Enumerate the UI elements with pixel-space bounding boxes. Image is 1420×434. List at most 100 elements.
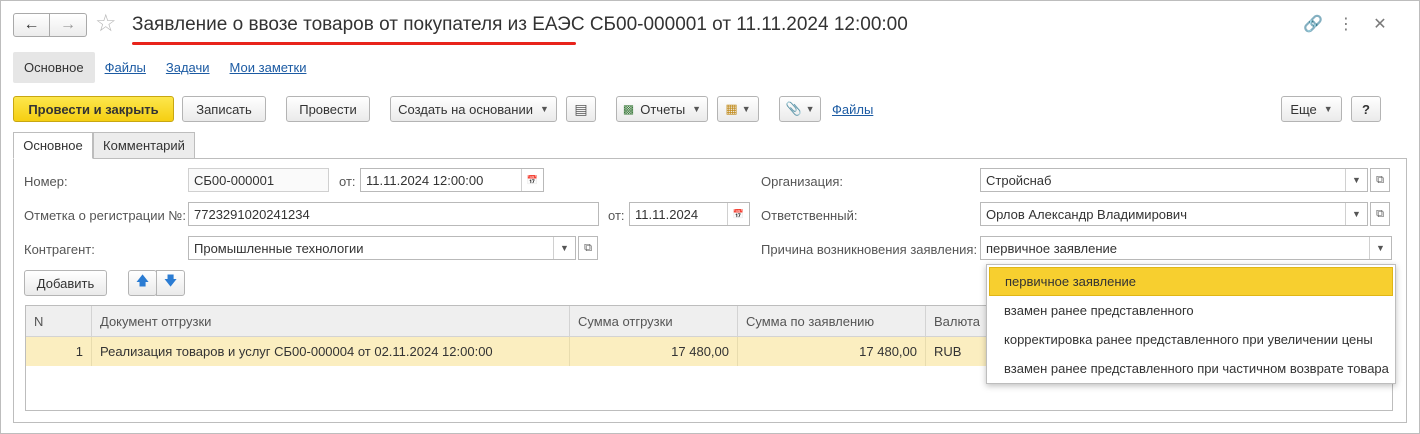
column-header-shipment-sum[interactable]: Сумма отгрузки	[570, 306, 738, 337]
title-underline	[132, 42, 576, 45]
arrow-left-icon: ←	[23, 16, 40, 33]
move-down-button[interactable]: 🡇	[156, 270, 185, 296]
chevron-down-icon: ▼	[539, 104, 549, 114]
reason-option-partial-return[interactable]: взамен ранее представленного при частичн…	[989, 354, 1393, 383]
organization-label: Организация:	[761, 174, 844, 189]
post-button[interactable]: Провести	[286, 96, 370, 122]
reports-label: Отчеты	[640, 101, 686, 117]
print-icon: ▦	[725, 101, 738, 116]
section-nav: Основное Файлы Задачи Мои заметки	[13, 51, 316, 83]
section-nav-tasks[interactable]: Задачи	[166, 60, 210, 75]
more-label: Еще	[1290, 101, 1317, 117]
chevron-down-icon[interactable]: ▼	[1345, 169, 1367, 191]
chevron-down-icon[interactable]: ▼	[553, 237, 575, 259]
more-vertical-icon[interactable]: ⋮	[1337, 15, 1355, 35]
arrow-down-icon: 🡇	[163, 273, 178, 288]
chevron-down-icon[interactable]: ▼	[1369, 237, 1391, 259]
calendar-icon[interactable]: 📅	[727, 203, 749, 225]
move-up-button[interactable]: 🡅	[128, 270, 157, 296]
chevron-down-icon[interactable]: ▼	[1345, 203, 1367, 225]
more-button[interactable]: Еще ▼	[1281, 96, 1342, 122]
registration-label: Отметка о регистрации №:	[24, 208, 186, 223]
add-row-button[interactable]: Добавить	[24, 270, 107, 296]
save-label: Записать	[196, 101, 252, 117]
structure-button[interactable]: ▤	[566, 96, 596, 122]
add-row-label: Добавить	[36, 275, 95, 291]
post-label: Провести	[299, 101, 357, 117]
open-icon: ⧉	[584, 241, 592, 254]
column-header-n[interactable]: N	[26, 306, 92, 337]
responsible-label: Ответственный:	[761, 208, 858, 223]
open-counterparty-button[interactable]: ⧉	[578, 236, 598, 260]
reason-option-replacement[interactable]: взамен ранее представленного	[989, 296, 1393, 325]
column-header-document[interactable]: Документ отгрузки	[92, 306, 570, 337]
post-and-close-button[interactable]: Провести и закрыть	[13, 96, 174, 122]
date-value: 11.11.2024 12:00:00	[366, 172, 484, 188]
reason-option-price-increase[interactable]: корректировка ранее представленного при …	[989, 325, 1393, 354]
save-button[interactable]: Записать	[182, 96, 266, 122]
print-button[interactable]: ▦ ▼	[717, 96, 759, 122]
registration-value: 7723291020241234	[194, 206, 310, 222]
page-title: Заявление о ввозе товаров от покупателя …	[132, 14, 908, 35]
nav-buttons: ← →	[13, 13, 87, 37]
create-based-on-label: Создать на основании	[398, 101, 533, 117]
registration-date-field[interactable]: 11.11.2024 📅	[629, 202, 750, 226]
create-based-on-button[interactable]: Создать на основании ▼	[390, 96, 557, 122]
organization-field[interactable]: Стройснаб ▼	[980, 168, 1368, 192]
registration-field[interactable]: 7723291020241234	[188, 202, 599, 226]
counterparty-field[interactable]: Промышленные технологии ▼	[188, 236, 576, 260]
tab-main-label: Основное	[23, 138, 83, 153]
row-declaration-sum[interactable]: 17 480,00	[738, 337, 926, 366]
calendar-icon[interactable]: 📅	[521, 169, 543, 191]
files-link[interactable]: Файлы	[832, 102, 873, 117]
chevron-down-icon: ▼	[1323, 104, 1333, 114]
responsible-field[interactable]: Орлов Александр Владимирович ▼	[980, 202, 1368, 226]
arrow-up-icon: 🡅	[135, 273, 150, 288]
chevron-down-icon: ▼	[692, 104, 702, 114]
paperclip-icon: 📎	[785, 101, 802, 116]
star-icon[interactable]: ☆	[95, 11, 117, 37]
reports-button[interactable]: ▩ Отчеты ▼	[616, 96, 708, 122]
open-responsible-button[interactable]: ⧉	[1370, 202, 1390, 226]
arrow-right-icon: →	[60, 16, 76, 33]
document-window: ← → ☆ Заявление о ввозе товаров от покуп…	[0, 0, 1420, 434]
number-value: СБ00-000001	[194, 172, 275, 188]
section-nav-main[interactable]: Основное	[13, 51, 95, 83]
date-field[interactable]: 11.11.2024 12:00:00 📅	[360, 168, 544, 192]
link-icon[interactable]: 🔗	[1303, 15, 1323, 35]
counterparty-label: Контрагент:	[24, 242, 95, 257]
open-icon: ⧉	[1376, 173, 1384, 186]
number-label: Номер:	[24, 174, 68, 189]
responsible-value: Орлов Александр Владимирович	[986, 206, 1187, 222]
help-label: ?	[1362, 101, 1370, 117]
close-icon[interactable]: ✕	[1371, 15, 1389, 35]
reason-label: Причина возникновения заявления:	[761, 242, 978, 257]
help-button[interactable]: ?	[1351, 96, 1381, 122]
row-number: 1	[26, 337, 92, 366]
date-label: от:	[339, 174, 356, 189]
row-document[interactable]: Реализация товаров и услуг СБ00-000004 о…	[92, 337, 570, 366]
open-icon: ⧉	[1376, 207, 1384, 220]
section-nav-notes[interactable]: Мои заметки	[230, 60, 307, 75]
column-header-declaration-sum[interactable]: Сумма по заявлению	[738, 306, 926, 337]
row-shipment-sum[interactable]: 17 480,00	[570, 337, 738, 366]
back-button[interactable]: ←	[13, 13, 50, 37]
section-nav-files[interactable]: Файлы	[105, 60, 146, 75]
attach-button[interactable]: 📎 ▼	[779, 96, 821, 122]
counterparty-value: Промышленные технологии	[194, 240, 364, 256]
report-icon: ▩	[622, 102, 635, 116]
window-controls: 🔗 ⋮ ✕	[1303, 15, 1389, 35]
chevron-down-icon: ▼	[805, 104, 815, 114]
tab-main[interactable]: Основное	[13, 132, 93, 159]
number-field[interactable]: СБ00-000001	[188, 168, 329, 192]
post-and-close-label: Провести и закрыть	[28, 101, 159, 117]
reason-option-primary[interactable]: первичное заявление	[989, 267, 1393, 296]
tab-comment[interactable]: Комментарий	[93, 132, 195, 159]
forward-button[interactable]: →	[50, 13, 87, 37]
reason-field[interactable]: первичное заявление ▼	[980, 236, 1392, 260]
registration-date-value: 11.11.2024	[635, 206, 699, 222]
organization-value: Стройснаб	[986, 172, 1052, 188]
open-organization-button[interactable]: ⧉	[1370, 168, 1390, 192]
tab-comment-label: Комментарий	[103, 138, 185, 153]
reason-dropdown-list: первичное заявление взамен ранее предста…	[986, 264, 1396, 384]
